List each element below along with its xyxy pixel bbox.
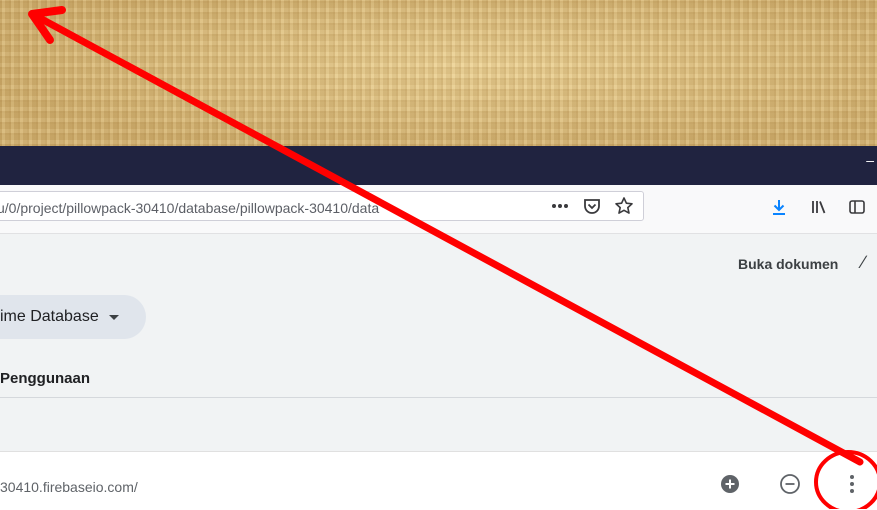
database-panel: 30410.firebaseio.com/ <box>0 451 877 510</box>
browser-nav-bar: u/0/project/pillowpack-30410/database/pi… <box>0 185 877 234</box>
sidebar-icon[interactable] <box>846 196 868 218</box>
firebase-content: Buka dokumen ∕ ime Database Penggunaan 3… <box>0 234 877 510</box>
bookmark-star-icon[interactable] <box>613 195 635 217</box>
product-selector-chip[interactable]: ime Database <box>0 295 146 339</box>
address-bar[interactable]: u/0/project/pillowpack-30410/database/pi… <box>0 191 644 221</box>
tab-divider <box>0 397 877 398</box>
database-url: 30410.firebaseio.com/ <box>0 479 138 495</box>
library-icon[interactable] <box>808 196 830 218</box>
add-circle-icon[interactable] <box>718 472 742 496</box>
url-actions <box>549 195 635 217</box>
more-vert-icon[interactable] <box>840 472 864 496</box>
address-url[interactable]: u/0/project/pillowpack-30410/database/pi… <box>0 200 379 216</box>
pocket-icon[interactable] <box>581 195 603 217</box>
account-area-glyph[interactable]: ∕ <box>862 252 865 273</box>
remove-circle-icon[interactable] <box>778 472 802 496</box>
page-actions-icon[interactable] <box>549 195 571 217</box>
browser-title-bar: – <box>0 146 877 185</box>
open-docs-link[interactable]: Buka dokumen <box>738 256 838 272</box>
tab-usage[interactable]: Penggunaan <box>0 370 90 387</box>
download-icon[interactable] <box>768 196 790 218</box>
product-selector-label: ime Database <box>0 308 99 325</box>
minimize-button[interactable]: – <box>866 152 874 168</box>
papyrus-background <box>0 0 877 146</box>
chevron-down-icon <box>108 314 119 320</box>
